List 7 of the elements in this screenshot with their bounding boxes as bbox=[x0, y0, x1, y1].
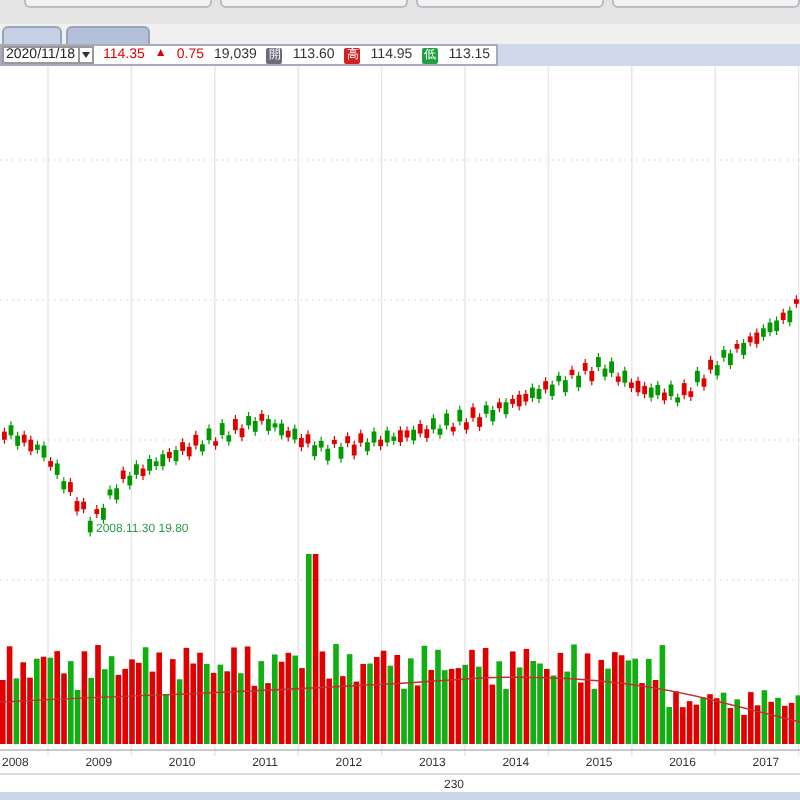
caret-icon bbox=[77, 47, 90, 63]
tab[interactable] bbox=[2, 26, 62, 44]
tab[interactable] bbox=[66, 26, 150, 44]
toolbar-button[interactable] bbox=[612, 0, 800, 8]
toolbar-button[interactable] bbox=[220, 0, 408, 8]
toolbar-button[interactable] bbox=[416, 0, 604, 8]
toolbar-button[interactable] bbox=[24, 0, 212, 8]
